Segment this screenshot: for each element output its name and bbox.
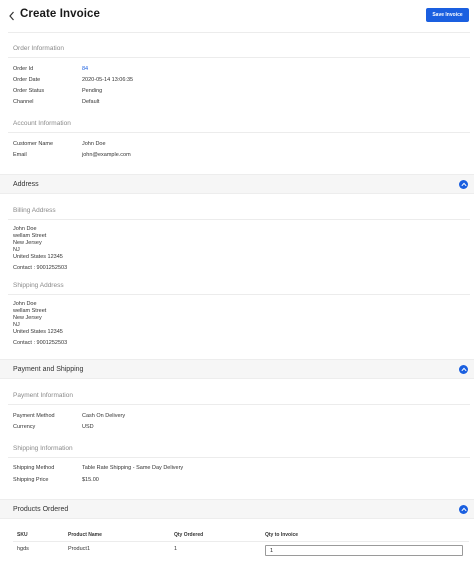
back-arrow-icon[interactable] — [7, 9, 17, 21]
shipping-price-label: Shipping Price — [13, 477, 49, 483]
order-status-value: Pending — [82, 88, 103, 94]
column-header-sku: SKU — [17, 532, 28, 538]
qty-to-invoice-input[interactable] — [265, 545, 463, 556]
qty-ordered-cell: 1 — [174, 546, 178, 552]
order-date-label: Order Date — [13, 77, 41, 83]
email-value: john@example.com — [82, 152, 131, 158]
billing-address-line: John Doe — [13, 226, 37, 232]
billing-contact: Contact : 9001252503 — [13, 265, 68, 271]
order-id-link[interactable]: 84 — [82, 66, 88, 72]
shipping-address-line: John Doe — [13, 301, 37, 307]
shipping-address-line: New Jersey — [13, 315, 42, 321]
currency-value: USD — [82, 424, 94, 430]
channel-label: Channel — [13, 99, 34, 105]
email-label: Email — [13, 152, 27, 158]
header-divider — [8, 32, 470, 33]
collapse-payment-shipping-icon[interactable] — [459, 365, 468, 374]
customer-name-value: John Doe — [82, 141, 106, 147]
divider — [8, 57, 470, 58]
payment-shipping-panel-header[interactable]: Payment and Shipping — [0, 359, 474, 379]
payment-shipping-panel-title: Payment and Shipping — [13, 366, 84, 373]
address-panel-title: Address — [13, 181, 39, 188]
payment-information-title: Payment Information — [13, 392, 73, 399]
shipping-contact: Contact : 9001252503 — [13, 340, 68, 346]
payment-method-value: Cash On Delivery — [82, 413, 126, 419]
billing-address-line: NJ — [13, 247, 20, 253]
billing-address-line: New Jersey — [13, 240, 42, 246]
shipping-method-label: Shipping Method — [13, 465, 55, 471]
shipping-address-title: Shipping Address — [13, 282, 64, 289]
column-header-product-name: Product Name — [68, 532, 102, 538]
shipping-price-value: $15.00 — [82, 477, 99, 483]
divider — [8, 219, 470, 220]
divider — [8, 132, 470, 133]
shipping-method-value: Table Rate Shipping - Same Day Delivery — [82, 465, 184, 471]
order-id-label: Order Id — [13, 66, 34, 72]
collapse-address-icon[interactable] — [459, 180, 468, 189]
column-header-qty-ordered: Qty Ordered — [174, 532, 204, 538]
channel-value: Default — [82, 99, 100, 105]
divider — [8, 404, 470, 405]
page-title: Create Invoice — [20, 8, 101, 20]
sku-cell: hgds — [17, 546, 29, 552]
billing-address-title: Billing Address — [13, 207, 56, 214]
table-header-divider — [13, 541, 469, 542]
billing-address-line: United States 12345 — [13, 254, 63, 260]
customer-name-label: Customer Name — [13, 141, 54, 147]
address-panel-header[interactable]: Address — [0, 174, 474, 194]
shipping-address-line: NJ — [13, 322, 20, 328]
shipping-address-line: wellam Street — [13, 308, 47, 314]
account-information-title: Account Information — [13, 120, 71, 127]
collapse-products-ordered-icon[interactable] — [459, 505, 468, 514]
billing-address-line: wellam Street — [13, 233, 47, 239]
currency-label: Currency — [13, 424, 36, 430]
shipping-information-title: Shipping Information — [13, 445, 73, 452]
order-date-value: 2020-05-14 13:06:35 — [82, 77, 134, 83]
create-invoice-page: Create Invoice Save Invoice Order Inform… — [0, 0, 474, 561]
page-header: Create Invoice Save Invoice — [0, 0, 474, 32]
products-ordered-panel-header[interactable]: Products Ordered — [0, 499, 474, 519]
product-name-cell: Product1 — [68, 546, 91, 552]
order-status-label: Order Status — [13, 88, 45, 94]
products-ordered-panel-title: Products Ordered — [13, 506, 69, 513]
save-invoice-button[interactable]: Save Invoice — [426, 8, 469, 22]
shipping-address-line: United States 12345 — [13, 329, 63, 335]
divider — [8, 294, 470, 295]
order-information-title: Order Information — [13, 45, 64, 52]
column-header-qty-to-invoice: Qty to Invoice — [265, 532, 299, 538]
payment-method-label: Payment Method — [13, 413, 55, 419]
divider — [8, 457, 470, 458]
